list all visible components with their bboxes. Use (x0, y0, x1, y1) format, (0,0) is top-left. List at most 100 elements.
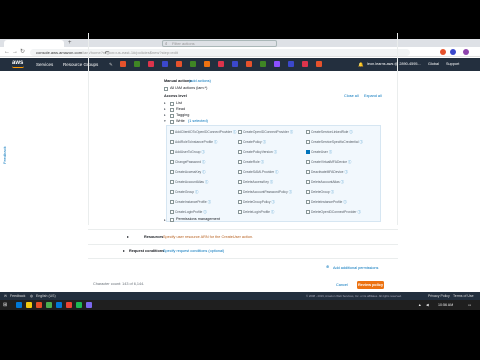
filter-actions-input[interactable]: ⌕ Filter actions (162, 40, 277, 47)
info-icon[interactable]: ⓘ (205, 180, 208, 184)
info-icon[interactable]: ⓘ (261, 160, 264, 164)
reload-icon[interactable]: ↻ (20, 48, 25, 56)
clock[interactable]: 10:56 AM (438, 302, 453, 308)
action-item[interactable]: CreateRoleⓘ (243, 160, 264, 164)
info-icon[interactable]: ⓘ (329, 150, 332, 154)
new-tab-button[interactable]: + (68, 40, 72, 46)
action-checkbox[interactable] (306, 210, 310, 214)
forward-icon[interactable]: → (12, 48, 18, 56)
taskbar-app-icon[interactable] (76, 302, 82, 308)
feedback-icon[interactable]: ✉ (4, 293, 7, 299)
expand-triangle-icon[interactable]: ▸ (164, 113, 166, 117)
action-checkbox[interactable] (306, 130, 310, 134)
action-checkbox[interactable] (238, 130, 242, 134)
taskbar-app-icon[interactable] (26, 302, 32, 308)
expand-triangle-icon[interactable]: ▾ (164, 119, 166, 123)
action-checkbox[interactable] (170, 210, 174, 214)
action-checkbox[interactable] (238, 180, 242, 184)
network-icon[interactable]: ▲ (418, 302, 422, 308)
action-item[interactable]: CreateLoginProfileⓘ (175, 210, 207, 214)
action-checkbox[interactable] (238, 140, 242, 144)
action-item[interactable]: DeleteGroupPolicyⓘ (243, 200, 275, 204)
info-icon[interactable]: ⓘ (331, 190, 334, 194)
info-icon[interactable]: ⓘ (202, 160, 205, 164)
info-icon[interactable]: ⓘ (270, 180, 273, 184)
info-icon[interactable]: ⓘ (275, 170, 278, 174)
request-conditions-link[interactable]: Specify request conditions (optional) (163, 249, 224, 254)
access-level-checkbox[interactable] (170, 119, 174, 124)
action-checkbox[interactable] (306, 200, 310, 204)
info-icon[interactable]: ⓘ (289, 190, 292, 194)
action-item[interactable]: CreateOpenIDConnectProviderⓘ (243, 130, 293, 134)
back-icon[interactable]: ← (4, 48, 10, 56)
action-item[interactable]: DeleteLoginProfileⓘ (243, 210, 274, 214)
action-item[interactable]: CreateAccountAliasⓘ (175, 180, 208, 184)
taskbar-app-icon[interactable] (86, 302, 92, 308)
action-checkbox[interactable] (306, 190, 310, 194)
info-icon[interactable]: ⓘ (271, 210, 274, 214)
permissions-management-checkbox[interactable] (170, 218, 174, 222)
terms-of-use-link[interactable]: Terms of Use (453, 293, 474, 299)
action-checkbox[interactable] (170, 150, 174, 154)
action-checkbox[interactable] (306, 150, 310, 154)
info-icon[interactable]: ⓘ (344, 170, 347, 174)
action-checkbox[interactable] (306, 140, 310, 144)
action-item[interactable]: CreateInstanceProfileⓘ (175, 200, 211, 204)
add-actions-link[interactable]: (add actions) (189, 79, 211, 84)
action-checkbox[interactable] (306, 180, 310, 184)
action-checkbox[interactable] (170, 170, 174, 174)
access-level-checkbox[interactable] (170, 101, 174, 106)
action-item[interactable]: DeleteAccountPasswordPolicyⓘ (243, 190, 292, 194)
add-icon[interactable]: ⊕ (326, 265, 329, 270)
all-actions-checkbox[interactable] (164, 87, 168, 91)
action-checkbox[interactable] (170, 160, 174, 164)
info-icon[interactable]: ⓘ (359, 140, 362, 144)
action-checkbox[interactable] (170, 190, 174, 194)
start-icon[interactable]: ⊞ (3, 302, 7, 308)
action-checkbox[interactable] (238, 160, 242, 164)
action-item[interactable]: CreateAccessKeyⓘ (175, 170, 206, 174)
action-item[interactable]: CreateGroupⓘ (175, 190, 198, 194)
action-item[interactable]: DeleteOpenIDConnectProviderⓘ (311, 210, 361, 214)
access-level-checkbox[interactable] (170, 107, 174, 112)
action-item[interactable]: CreateSAMLProviderⓘ (243, 170, 278, 174)
info-icon[interactable]: ⓘ (341, 180, 344, 184)
expand-all-link[interactable]: Expand all (364, 94, 382, 99)
action-checkbox[interactable] (170, 140, 174, 144)
info-icon[interactable]: ⓘ (203, 210, 206, 214)
action-item[interactable]: AddUserToGroupⓘ (175, 150, 205, 154)
action-checkbox[interactable] (238, 170, 242, 174)
info-icon[interactable]: ⓘ (357, 210, 360, 214)
action-item[interactable]: AddClientIDToOpenIDConnectProviderⓘ (175, 130, 236, 134)
notifications-icon[interactable]: ▭ (468, 302, 471, 308)
review-policy-button[interactable]: Review policy (357, 281, 384, 289)
action-item[interactable]: DeactivateMFADeviceⓘ (311, 170, 348, 174)
resources-warning[interactable]: Specify user resource ARN for the Create… (163, 235, 253, 240)
action-item[interactable]: AddRoleToInstanceProfileⓘ (175, 140, 217, 144)
expand-triangle-icon[interactable]: ▸ (164, 107, 166, 111)
action-checkbox[interactable] (238, 200, 242, 204)
footer-feedback-link[interactable]: Feedback (10, 293, 25, 299)
taskbar-app-icon[interactable] (56, 302, 62, 308)
action-item[interactable]: CreatePolicyⓘ (243, 140, 266, 144)
info-icon[interactable]: ⓘ (208, 200, 211, 204)
add-permissions-link[interactable]: Add additional permissions (333, 265, 378, 271)
taskbar-app-icon[interactable] (16, 302, 22, 308)
privacy-policy-link[interactable]: Privacy Policy (428, 293, 450, 299)
info-icon[interactable]: ⓘ (274, 150, 277, 154)
action-item[interactable]: CreateVirtualMFADeviceⓘ (311, 160, 351, 164)
collapse-triangle-icon[interactable]: ▸ (127, 235, 129, 240)
feedback-side-tab[interactable]: Feedback (2, 128, 8, 164)
info-icon[interactable]: ⓘ (195, 190, 198, 194)
volume-icon[interactable]: ◀ (426, 302, 429, 308)
info-icon[interactable]: ⓘ (290, 130, 293, 134)
extension-icon[interactable] (440, 49, 446, 55)
profile-avatar[interactable] (463, 49, 469, 55)
info-icon[interactable]: ⓘ (214, 140, 217, 144)
taskbar-app-icon[interactable] (46, 302, 52, 308)
action-item[interactable]: CreatePolicyVersionⓘ (243, 150, 277, 154)
access-level-checkbox[interactable] (170, 113, 174, 118)
action-checkbox[interactable] (170, 130, 174, 134)
support-menu[interactable]: Support (446, 61, 459, 68)
action-checkbox[interactable] (238, 150, 242, 154)
